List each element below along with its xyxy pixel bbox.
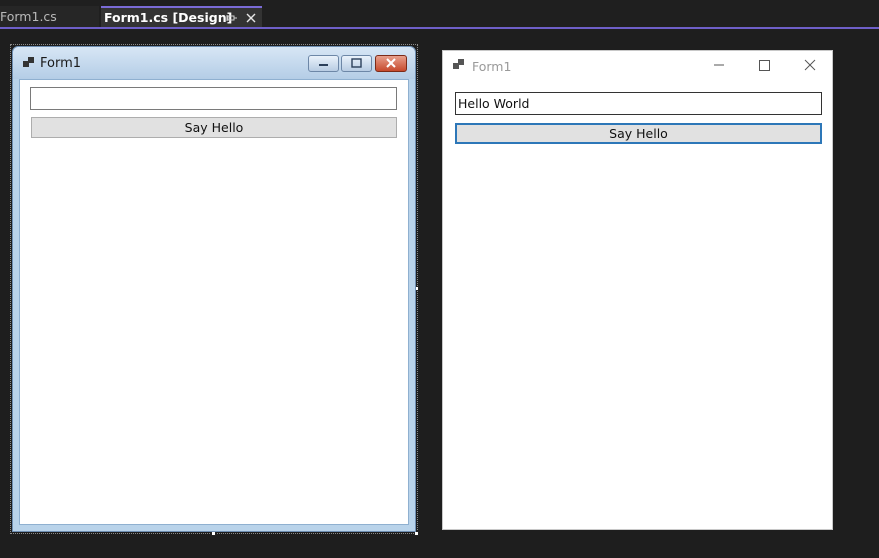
designer-form-window[interactable]: Form1 Say Hello (12, 46, 416, 532)
tab-form1-design[interactable]: Form1.cs [Design] (101, 6, 262, 27)
close-icon[interactable] (244, 8, 258, 27)
designer-close-button[interactable] (375, 55, 407, 72)
form-icon (23, 57, 35, 69)
designer-minimize-button[interactable] (308, 55, 339, 72)
running-close-button[interactable] (795, 55, 825, 75)
designer-title-bar: Form1 (13, 47, 415, 79)
tab-form1-cs[interactable]: Form1.cs (0, 6, 99, 27)
document-tab-strip: Form1.cs Form1.cs [Design] (0, 0, 879, 27)
form-icon (453, 59, 465, 71)
running-form-window[interactable]: Form1 Hello World Say Hello (442, 50, 833, 530)
running-textbox[interactable]: Hello World (455, 92, 822, 115)
tab-underline (0, 27, 879, 29)
designer-say-hello-button[interactable]: Say Hello (31, 117, 397, 138)
designer-textbox[interactable] (30, 87, 397, 110)
designer-form-client-area (19, 79, 409, 525)
designer-maximize-button[interactable] (341, 55, 372, 72)
running-minimize-button[interactable] (704, 55, 734, 75)
running-say-hello-button[interactable]: Say Hello (455, 123, 822, 144)
designer-form-caption: Form1 (40, 56, 82, 71)
tab-label: Form1.cs [Design] (104, 10, 233, 25)
tab-label: Form1.cs (0, 9, 57, 24)
pin-icon[interactable] (226, 8, 240, 27)
running-maximize-button[interactable] (749, 55, 779, 75)
running-form-caption: Form1 (472, 59, 512, 74)
